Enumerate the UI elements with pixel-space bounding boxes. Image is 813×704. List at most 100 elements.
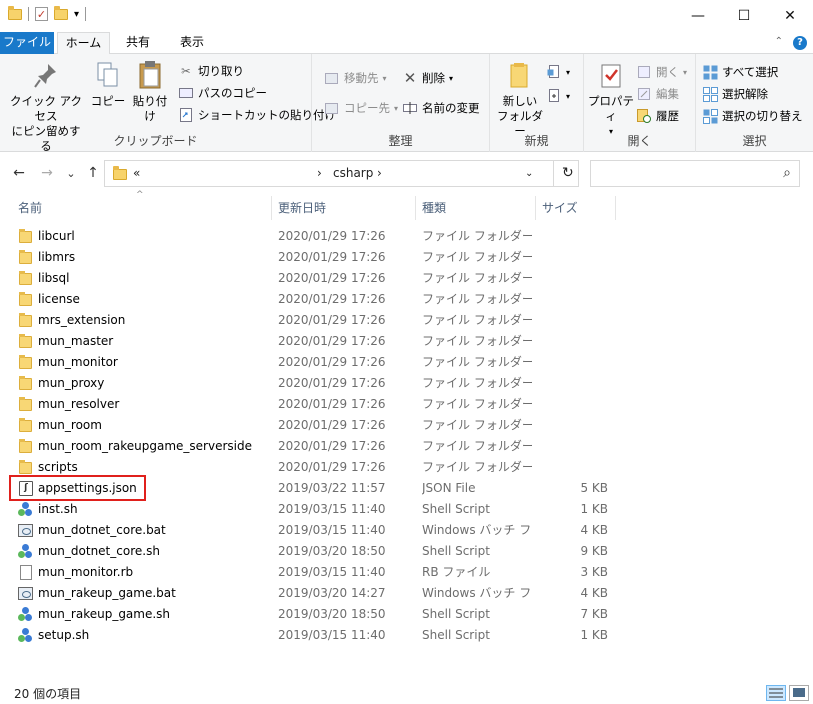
history-button[interactable]: 履歴 [636, 106, 679, 126]
file-row[interactable]: inst.sh 2019/03/15 11:40 Shell Script 1 KB [0, 499, 813, 520]
file-name: mun_room [38, 418, 102, 432]
tab-share[interactable]: 共有 [116, 32, 160, 54]
file-date: 2020/01/29 17:26 [278, 418, 386, 432]
paste-button[interactable]: 貼り付け [128, 60, 172, 124]
edit-label: 編集 [656, 87, 679, 101]
file-row[interactable]: mrs_extension 2020/01/29 17:26 ファイル フォルダー [0, 310, 813, 331]
copy-label: コピー [90, 94, 126, 108]
file-row[interactable]: mun_proxy 2020/01/29 17:26 ファイル フォルダー [0, 373, 813, 394]
file-row[interactable]: license 2020/01/29 17:26 ファイル フォルダー [0, 289, 813, 310]
select-all-button[interactable]: すべて選択 [702, 62, 778, 82]
up-button[interactable]: ↑ [84, 163, 102, 183]
search-icon[interactable]: ⌕ [783, 165, 791, 181]
customize-toolbar-icon[interactable]: ▾ [74, 9, 79, 20]
file-type: ファイル フォルダー [422, 460, 532, 474]
column-type[interactable]: 種類 [416, 196, 534, 220]
address-current-folder[interactable]: csharp [333, 161, 373, 186]
file-row[interactable]: mun_monitor.rb 2019/03/15 11:40 RB ファイル 3 K… [0, 562, 813, 583]
ribbon-tabs: ファイル ホーム 共有 表示 ⌃ ? [0, 32, 813, 55]
file-date: 2019/03/20 18:50 [278, 544, 386, 558]
file-row[interactable]: scripts 2020/01/29 17:26 ファイル フォルダー [0, 457, 813, 478]
file-row[interactable]: mun_master 2020/01/29 17:26 ファイル フォルダー [0, 331, 813, 352]
tab-home[interactable]: ホーム [57, 32, 110, 55]
file-row[interactable]: mun_monitor 2020/01/29 17:26 ファイル フォルダー [0, 352, 813, 373]
file-date: 2020/01/29 17:26 [278, 250, 386, 264]
column-size[interactable]: サイズ [536, 196, 614, 220]
new-folder-button[interactable]: 新しい フォルダー [492, 60, 548, 139]
new-item-button[interactable]: ▾ [546, 62, 570, 82]
help-icon[interactable]: ? [793, 36, 807, 50]
file-type: ファイル フォルダー [422, 292, 532, 306]
file-row[interactable]: libcurl 2020/01/29 17:26 ファイル フォルダー [0, 226, 813, 247]
properties-button[interactable]: プロパティ ▾ [586, 60, 636, 139]
collapse-ribbon-icon[interactable]: ⌃ [775, 36, 783, 47]
shell-script-icon [18, 544, 33, 559]
select-group-label: 選択 [742, 134, 767, 148]
address-separator[interactable]: › [377, 161, 382, 186]
column-name[interactable]: 名前 [12, 196, 270, 220]
large-icons-view-button[interactable] [789, 685, 809, 701]
file-row[interactable]: mun_dotnet_core.bat 2019/03/15 11:40 Windo… [0, 520, 813, 541]
column-date[interactable]: 更新日時 [272, 196, 414, 220]
new-group: 新しい フォルダー ▾ ▾ 新規 [490, 54, 584, 152]
file-row[interactable]: ʃ appsettings.json 2019/03/22 11:57 JSON Fi… [0, 478, 813, 499]
file-row[interactable]: mun_resolver 2020/01/29 17:26 ファイル フォルダー [0, 394, 813, 415]
file-row[interactable]: mun_rakeup_game.bat 2019/03/20 14:27 Windo… [0, 583, 813, 604]
file-date: 2019/03/22 11:57 [278, 481, 386, 495]
paste-shortcut-icon [178, 107, 194, 123]
file-list: libcurl 2020/01/29 17:26 ファイル フォルダー libmrs 2… [0, 226, 813, 646]
file-date: 2020/01/29 17:26 [278, 439, 386, 453]
search-input[interactable] [595, 162, 775, 185]
close-button[interactable]: ✕ [767, 0, 813, 32]
edit-button[interactable]: 編集 [636, 84, 679, 104]
folder-icon[interactable] [8, 5, 22, 20]
rename-button[interactable]: 名前の変更 [402, 98, 480, 118]
tab-view[interactable]: 表示 [170, 32, 214, 54]
open-group: プロパティ ▾ 開く ▾ 編集 履歴 開く [584, 54, 696, 152]
properties-icon [595, 60, 627, 90]
invert-selection-button[interactable]: 選択の切り替え [702, 106, 803, 126]
file-date: 2020/01/29 17:26 [278, 313, 386, 327]
address-overflow[interactable]: « [133, 161, 140, 186]
back-button[interactable]: ← [10, 163, 28, 183]
move-to-button[interactable]: 移動先 ▾ [324, 68, 387, 88]
file-row[interactable]: mun_rakeup_game.sh 2019/03/20 18:50 Shell … [0, 604, 813, 625]
copy-to-button[interactable]: コピー先 ▾ [324, 98, 398, 118]
address-dropdown-icon[interactable]: ⌄ [525, 161, 533, 186]
recent-locations-button[interactable]: ⌄ [62, 163, 80, 183]
address-separator[interactable]: › [317, 161, 322, 186]
copy-button[interactable]: コピー [90, 60, 126, 109]
file-row[interactable]: mun_room 2020/01/29 17:26 ファイル フォルダー [0, 415, 813, 436]
maximize-button[interactable]: ☐ [721, 0, 767, 32]
file-row[interactable]: mun_dotnet_core.sh 2019/03/20 18:50 Shell … [0, 541, 813, 562]
cut-button[interactable]: ✂ 切り取り [178, 61, 244, 81]
file-row[interactable]: libsql 2020/01/29 17:26 ファイル フォルダー [0, 268, 813, 289]
folder-icon [19, 397, 32, 411]
minimize-button[interactable]: — [675, 0, 721, 32]
delete-button[interactable]: ✕ 削除 ▾ [402, 68, 453, 88]
select-none-icon [702, 86, 718, 102]
new-folder-icon[interactable] [54, 5, 68, 20]
file-row[interactable]: setup.sh 2019/03/15 11:40 Shell Script 1 KB [0, 625, 813, 646]
search-box[interactable]: ⌕ [590, 160, 800, 187]
refresh-button[interactable]: ↻ [553, 161, 574, 186]
tab-file[interactable]: ファイル [0, 32, 54, 54]
forward-button[interactable]: → [38, 163, 56, 183]
open-button[interactable]: 開く ▾ [636, 62, 687, 82]
scissors-icon: ✂ [181, 64, 191, 78]
copy-path-button[interactable]: パスのコピー [178, 83, 267, 103]
details-view-button[interactable] [766, 685, 786, 701]
address-bar[interactable]: « › csharp › ⌄ ↻ [104, 160, 579, 187]
column-divider[interactable] [615, 196, 616, 220]
select-none-button[interactable]: 選択解除 [702, 84, 768, 104]
file-row[interactable]: mun_room_rakeupgame_serverside 2020/01/29… [0, 436, 813, 457]
shell-script-icon [18, 502, 33, 517]
clipboard-group-label: クリップボード [113, 134, 198, 148]
organize-group-label: 整理 [388, 134, 413, 148]
file-row[interactable]: libmrs 2020/01/29 17:26 ファイル フォルダー [0, 247, 813, 268]
open-icon [636, 64, 652, 80]
easy-access-button[interactable]: ▾ [546, 86, 570, 106]
properties-icon[interactable]: ✓ [35, 7, 48, 21]
folder-icon [19, 250, 32, 264]
file-type: Shell Script [422, 628, 490, 642]
